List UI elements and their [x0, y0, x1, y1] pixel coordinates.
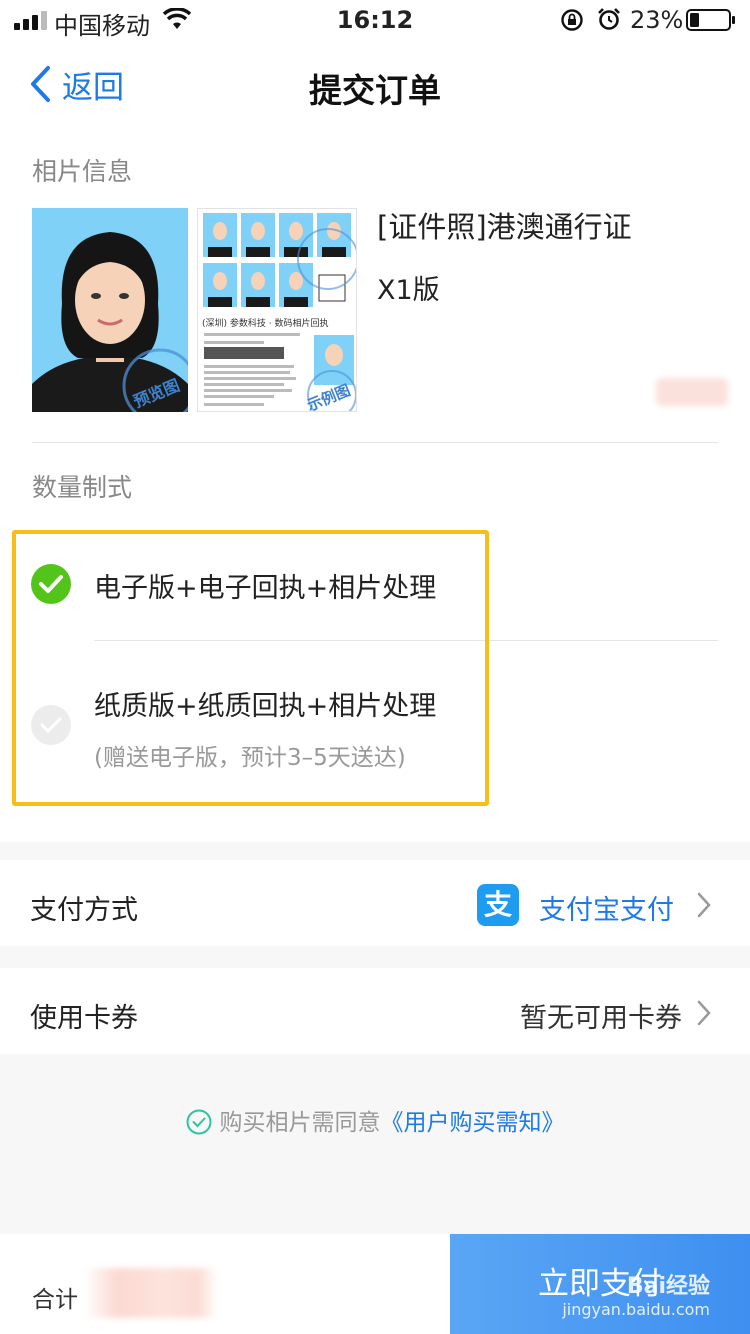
watermark-brand: Bai经验	[626, 1274, 710, 1299]
chevron-right-icon	[697, 892, 711, 918]
agreement-link[interactable]: 《用户购买需知》	[381, 1110, 565, 1136]
payment-method-row[interactable]: 支付方式 支 支付宝支付	[0, 860, 750, 946]
alipay-glyph: 支	[483, 888, 512, 921]
spacer	[0, 842, 750, 860]
product-name: [证件照]港澳通行证	[377, 210, 632, 244]
divider	[32, 442, 718, 443]
total-redacted	[84, 1268, 218, 1318]
pay-now-button[interactable]: 立即支付 Bai经验 jingyan.baidu.com	[450, 1234, 750, 1334]
sheet-caption: (深圳) 参数科技 · 数码相片回执	[202, 319, 329, 329]
content-bottom-area	[0, 1054, 750, 1234]
alarm-icon	[598, 8, 620, 30]
payment-method-label: 支付方式	[30, 895, 138, 926]
battery-icon	[686, 9, 735, 31]
price-redacted	[656, 378, 728, 406]
spacer	[0, 946, 750, 968]
coupon-value: 暂无可用卡券	[520, 1003, 682, 1034]
photo-info-label: 相片信息	[32, 157, 133, 186]
nav-bar: 返回 提交订单	[0, 40, 750, 130]
quantity-label: 数量制式	[32, 473, 133, 502]
bottom-bar: 合计 立即支付 Bai经验 jingyan.baidu.com	[0, 1234, 750, 1334]
coupon-label: 使用卡券	[30, 1003, 138, 1034]
status-bar: 中国移动 16:12 23%	[0, 0, 750, 40]
check-circle-icon[interactable]	[186, 1109, 212, 1135]
receipt-image	[203, 213, 356, 411]
agreement-text: 购买相片需同意	[219, 1110, 381, 1136]
page-title: 提交订单	[309, 71, 441, 110]
total-label: 合计	[32, 1287, 78, 1313]
watermark: Bai经验 jingyan.baidu.com	[562, 1274, 710, 1320]
agreement: 购买相片需同意《用户购买需知》	[0, 1103, 750, 1137]
product-version: X1版	[377, 275, 440, 306]
receipt-sample: (深圳) 参数科技 · 数码相片回执 示例图	[197, 208, 357, 412]
selection-highlight	[12, 530, 489, 806]
coupon-row[interactable]: 使用卡券 暂无可用卡券	[0, 968, 750, 1054]
photo-preview: 预览图	[32, 208, 188, 412]
rotation-lock-icon	[561, 9, 583, 31]
chevron-right-icon	[697, 1000, 711, 1026]
payment-method-value: 支付宝支付	[539, 895, 674, 926]
battery-percent: 23%	[630, 6, 684, 34]
watermark-url: jingyan.baidu.com	[562, 1300, 710, 1319]
alipay-icon: 支	[477, 884, 519, 926]
